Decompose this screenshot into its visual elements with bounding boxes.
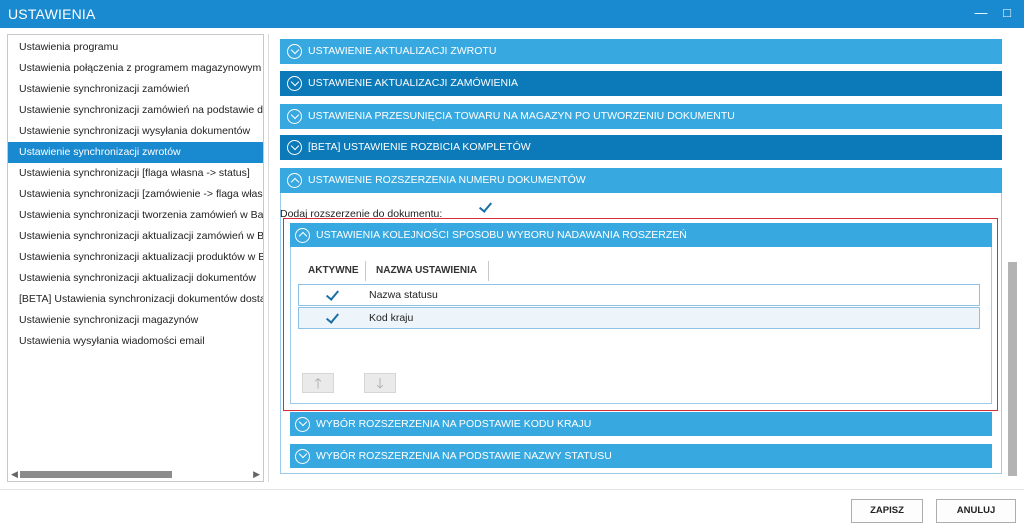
sidebar-item-aktualizacja-dokumentow[interactable]: Ustawienia synchronizacji aktualizacji d… xyxy=(8,268,263,289)
sidebar-item-polaczenie-magazyn[interactable]: Ustawienia połączenia z programem magazy… xyxy=(8,58,263,79)
section-rozbicie-kompletow[interactable]: [BETA] USTAWIENIE ROZBICIA KOMPLETÓW xyxy=(280,135,1002,160)
sidebar-item-sync-magazynow[interactable]: Ustawienie synchronizacji magazynów xyxy=(8,310,263,331)
section-label: USTAWIENIE ROZSZERZENIA NUMERU DOKUMENTÓ… xyxy=(308,174,586,186)
sidebar-item-flaga-status[interactable]: Ustawienia synchronizacji [flaga własna … xyxy=(8,163,263,184)
chevron-down-icon xyxy=(295,416,310,432)
footer-divider xyxy=(0,489,1024,490)
column-header-aktywne[interactable]: AKTYWNE xyxy=(308,261,359,281)
section-kod-kraju[interactable]: WYBÓR ROZSZERZENIA NA PODSTAWIE KODU KRA… xyxy=(290,412,992,436)
row-active-checkbox[interactable] xyxy=(325,311,339,325)
row-active-checkbox[interactable] xyxy=(325,288,339,302)
column-separator[interactable] xyxy=(365,261,366,281)
sidebar-item-aktualizacja-produktow[interactable]: Ustawienia synchronizacji aktualizacji p… xyxy=(8,247,263,268)
sidebar-item-sync-wysylania[interactable]: Ustawienie synchronizacji wysyłania doku… xyxy=(8,121,263,142)
row-name: Nazwa statusu xyxy=(369,289,438,301)
chevron-up-icon xyxy=(287,173,302,188)
title-bar: USTAWIENIA — □ xyxy=(0,0,1024,28)
minimize-icon[interactable]: — xyxy=(971,4,991,22)
sidebar-horizontal-scrollbar[interactable]: ◀ ▶ xyxy=(8,467,263,481)
move-down-button[interactable]: 🡓 xyxy=(364,373,396,393)
chevron-up-icon xyxy=(295,227,310,243)
table-row[interactable]: Nazwa statusu xyxy=(298,284,980,306)
scroll-left-icon[interactable]: ◀ xyxy=(11,469,18,480)
scrollbar-thumb[interactable] xyxy=(20,471,172,478)
sidebar-item-sync-zamowien[interactable]: Ustawienie synchronizacji zamówień xyxy=(8,79,263,100)
sidebar-item-dokumenty-dostaw[interactable]: [BETA] Ustawienia synchronizacji dokumen… xyxy=(8,289,263,310)
sidebar-item-sync-zwrotow[interactable]: Ustawienie synchronizacji zwrotów xyxy=(8,142,263,163)
sidebar-item-aktualizacja-zamowien[interactable]: Ustawienia synchronizacji aktualizacji z… xyxy=(8,226,263,247)
section-kolejnosc-wyboru[interactable]: USTAWIENIA KOLEJNOŚCI SPOSOBU WYBORU NAD… xyxy=(290,223,992,247)
scroll-right-icon[interactable]: ▶ xyxy=(253,469,260,480)
sidebar-item-tworzenie-zamowien[interactable]: Ustawienia synchronizacji tworzenia zamó… xyxy=(8,205,263,226)
chevron-down-icon xyxy=(287,76,302,91)
sidebar-item-ustawienia-programu[interactable]: Ustawienia programu xyxy=(8,37,263,58)
window-title: USTAWIENIA xyxy=(8,6,96,22)
column-separator[interactable] xyxy=(488,261,489,281)
arrow-down-icon: 🡓 xyxy=(376,375,384,391)
sidebar-item-sync-zamowien-dzi[interactable]: Ustawienie synchronizacji zamówień na po… xyxy=(8,100,263,121)
chevron-down-icon xyxy=(295,448,310,464)
settings-sidebar: Ustawienia programu Ustawienia połączeni… xyxy=(7,34,264,482)
chevron-down-icon xyxy=(287,109,302,124)
section-aktualizacja-zamowienia[interactable]: USTAWIENIE AKTUALIZACJI ZAMÓWIENIA xyxy=(280,71,1002,96)
section-nazwa-statusu[interactable]: WYBÓR ROZSZERZENIA NA PODSTAWIE NAZWY ST… xyxy=(290,444,992,468)
add-extension-checkbox[interactable] xyxy=(478,200,492,214)
section-label: USTAWIENIA KOLEJNOŚCI SPOSOBU WYBORU NAD… xyxy=(316,229,687,241)
column-header-nazwa[interactable]: NAZWA USTAWIENIA xyxy=(376,261,477,281)
section-label: WYBÓR ROZSZERZENIA NA PODSTAWIE NAZWY ST… xyxy=(316,450,612,462)
cancel-button[interactable]: ANULUJ xyxy=(936,499,1016,523)
section-label: USTAWIENIE AKTUALIZACJI ZAMÓWIENIA xyxy=(308,77,519,89)
chevron-down-icon xyxy=(287,44,302,59)
section-label: USTAWIENIE AKTUALIZACJI ZWROTU xyxy=(308,45,497,57)
section-label: USTAWIENIA PRZESUNIĘCIA TOWARU NA MAGAZY… xyxy=(308,110,735,122)
section-label: WYBÓR ROZSZERZENIA NA PODSTAWIE KODU KRA… xyxy=(316,418,592,430)
move-up-button[interactable]: 🡑 xyxy=(302,373,334,393)
pane-divider[interactable] xyxy=(268,34,269,482)
maximize-icon[interactable]: □ xyxy=(997,4,1017,22)
arrow-up-icon: 🡑 xyxy=(314,375,322,391)
sidebar-item-zamowienie-flaga[interactable]: Ustawienia synchronizacji [zamówienie ->… xyxy=(8,184,263,205)
section-rozszerzenie-numeru[interactable]: USTAWIENIE ROZSZERZENIA NUMERU DOKUMENTÓ… xyxy=(280,168,1002,193)
scrollbar-thumb[interactable] xyxy=(1008,262,1017,476)
settings-content: USTAWIENIE AKTUALIZACJI ZWROTU USTAWIENI… xyxy=(272,34,1020,482)
section-przesuniecie-towaru[interactable]: USTAWIENIA PRZESUNIĘCIA TOWARU NA MAGAZY… xyxy=(280,104,1002,129)
section-aktualizacja-zwrotu[interactable]: USTAWIENIE AKTUALIZACJI ZWROTU xyxy=(280,39,1002,64)
save-button[interactable]: ZAPISZ xyxy=(851,499,923,523)
chevron-down-icon xyxy=(287,140,302,155)
sidebar-item-wysylanie-email[interactable]: Ustawienia wysyłania wiadomości email xyxy=(8,331,263,352)
section-label: [BETA] USTAWIENIE ROZBICIA KOMPLETÓW xyxy=(308,141,531,153)
table-row[interactable]: Kod kraju xyxy=(298,307,980,329)
row-name: Kod kraju xyxy=(369,312,414,324)
